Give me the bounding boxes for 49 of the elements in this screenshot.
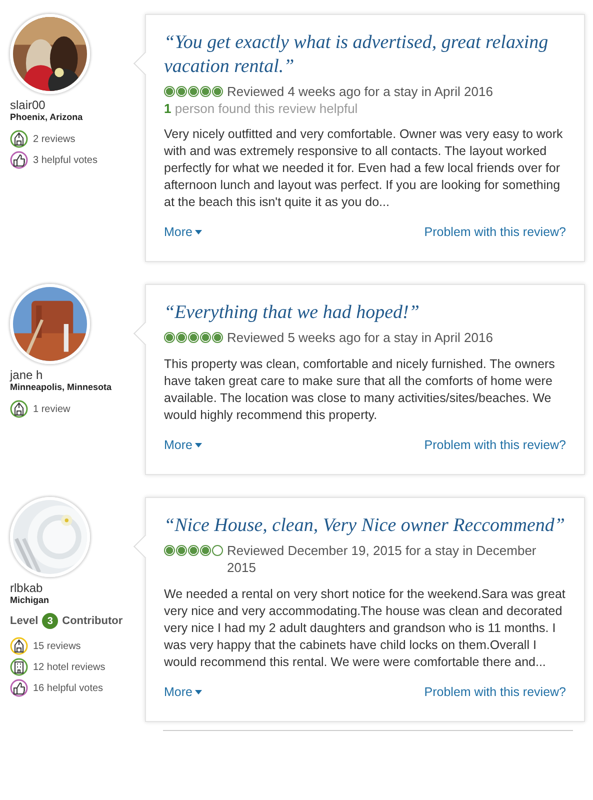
review-date: Reviewed 5 weeks ago for a stay in April 2016 (227, 329, 493, 346)
rating-bubble (200, 332, 211, 343)
location: Minneapolis, Minnesota (10, 382, 113, 392)
rating-bubble (212, 86, 223, 97)
rating-bubble (200, 545, 211, 556)
stat-label: 16 helpful votes (33, 682, 104, 694)
review-title[interactable]: “Everything that we had hoped!” (164, 301, 566, 325)
stat-label: 15 reviews (33, 640, 81, 652)
helpful-note: 1 person found this review helpful (164, 101, 359, 116)
rating-bubble (164, 332, 175, 343)
caret-icon (195, 230, 202, 234)
rating-bubble (176, 332, 187, 343)
review-text: This property was clean, comfortable and nicely furnished. The owners have taken great care to make sure that all the comforts of home were available. The location was close to many activities/sites/beaches. We would highly recommend this property. (164, 356, 556, 424)
rating-bubble (176, 86, 187, 97)
location: Phoenix, Arizona (10, 112, 84, 122)
level-label: Level (10, 615, 38, 627)
review-title[interactable]: “Nice House, clean, Very Nice owner Reccommend” (164, 514, 566, 538)
username[interactable]: rlbkab (10, 581, 145, 595)
stat-label: 2 reviews (33, 134, 76, 144)
more-link[interactable]: More (164, 438, 202, 452)
rating-bubble (188, 545, 199, 556)
review-date: Reviewed 4 weeks ago for a stay in April 2016 (227, 83, 493, 100)
rating-bubble (212, 545, 223, 556)
review-title[interactable]: “You get exactly what is advertised, great relaxing vacation rental.” (164, 31, 566, 79)
review-text: We needed a rental on very short notice for the weekend.Sara was great very nice and very accommodating.The house was clean and decorated very nice I had my 2 adult daughters and grandson who is 11 months. I was very happy that the cabinets have child locks on them.Overall I would recommend this rental. We were were comfortable there and... (164, 586, 566, 671)
rating-bubble (212, 332, 223, 343)
stat-label: 1 review (33, 404, 70, 414)
review-date: Reviewed December 19, 2015 for a stay in December 2015 (227, 542, 538, 576)
rating-bubble (188, 332, 199, 343)
stat-label: 3 helpful votes (33, 154, 98, 166)
rating-bubble (176, 545, 187, 556)
level-badge: 3 (42, 613, 58, 629)
rating-bubble (188, 86, 199, 97)
more-link[interactable]: More (164, 225, 202, 239)
rating-bubble (164, 545, 175, 556)
review-text: Very nicely outfitted and very comfortable. Owner was very easy to work with and was extremely responsive to all contacts. The layout worked perfectly for what we needed it for. Even had a few local friends over for afternoon lunch and layout was perfect. If you are looking for something at the beach this isn't quite it as you do... (164, 126, 564, 211)
contributor-label: Contributor (62, 615, 123, 627)
rating-bubble (200, 86, 211, 97)
username[interactable]: slair00 (10, 98, 145, 112)
caret-icon (195, 690, 202, 694)
location: Michigan (10, 595, 50, 605)
report-link[interactable]: Problem with this review? (424, 685, 566, 699)
report-link[interactable]: Problem with this review? (424, 438, 566, 452)
rating-bubble (164, 86, 175, 97)
report-link[interactable]: Problem with this review? (424, 225, 566, 239)
stat-label: 12 hotel reviews (33, 662, 106, 672)
caret-icon (195, 442, 202, 448)
more-link[interactable]: More (164, 685, 202, 699)
username[interactable]: jane h (10, 368, 145, 382)
